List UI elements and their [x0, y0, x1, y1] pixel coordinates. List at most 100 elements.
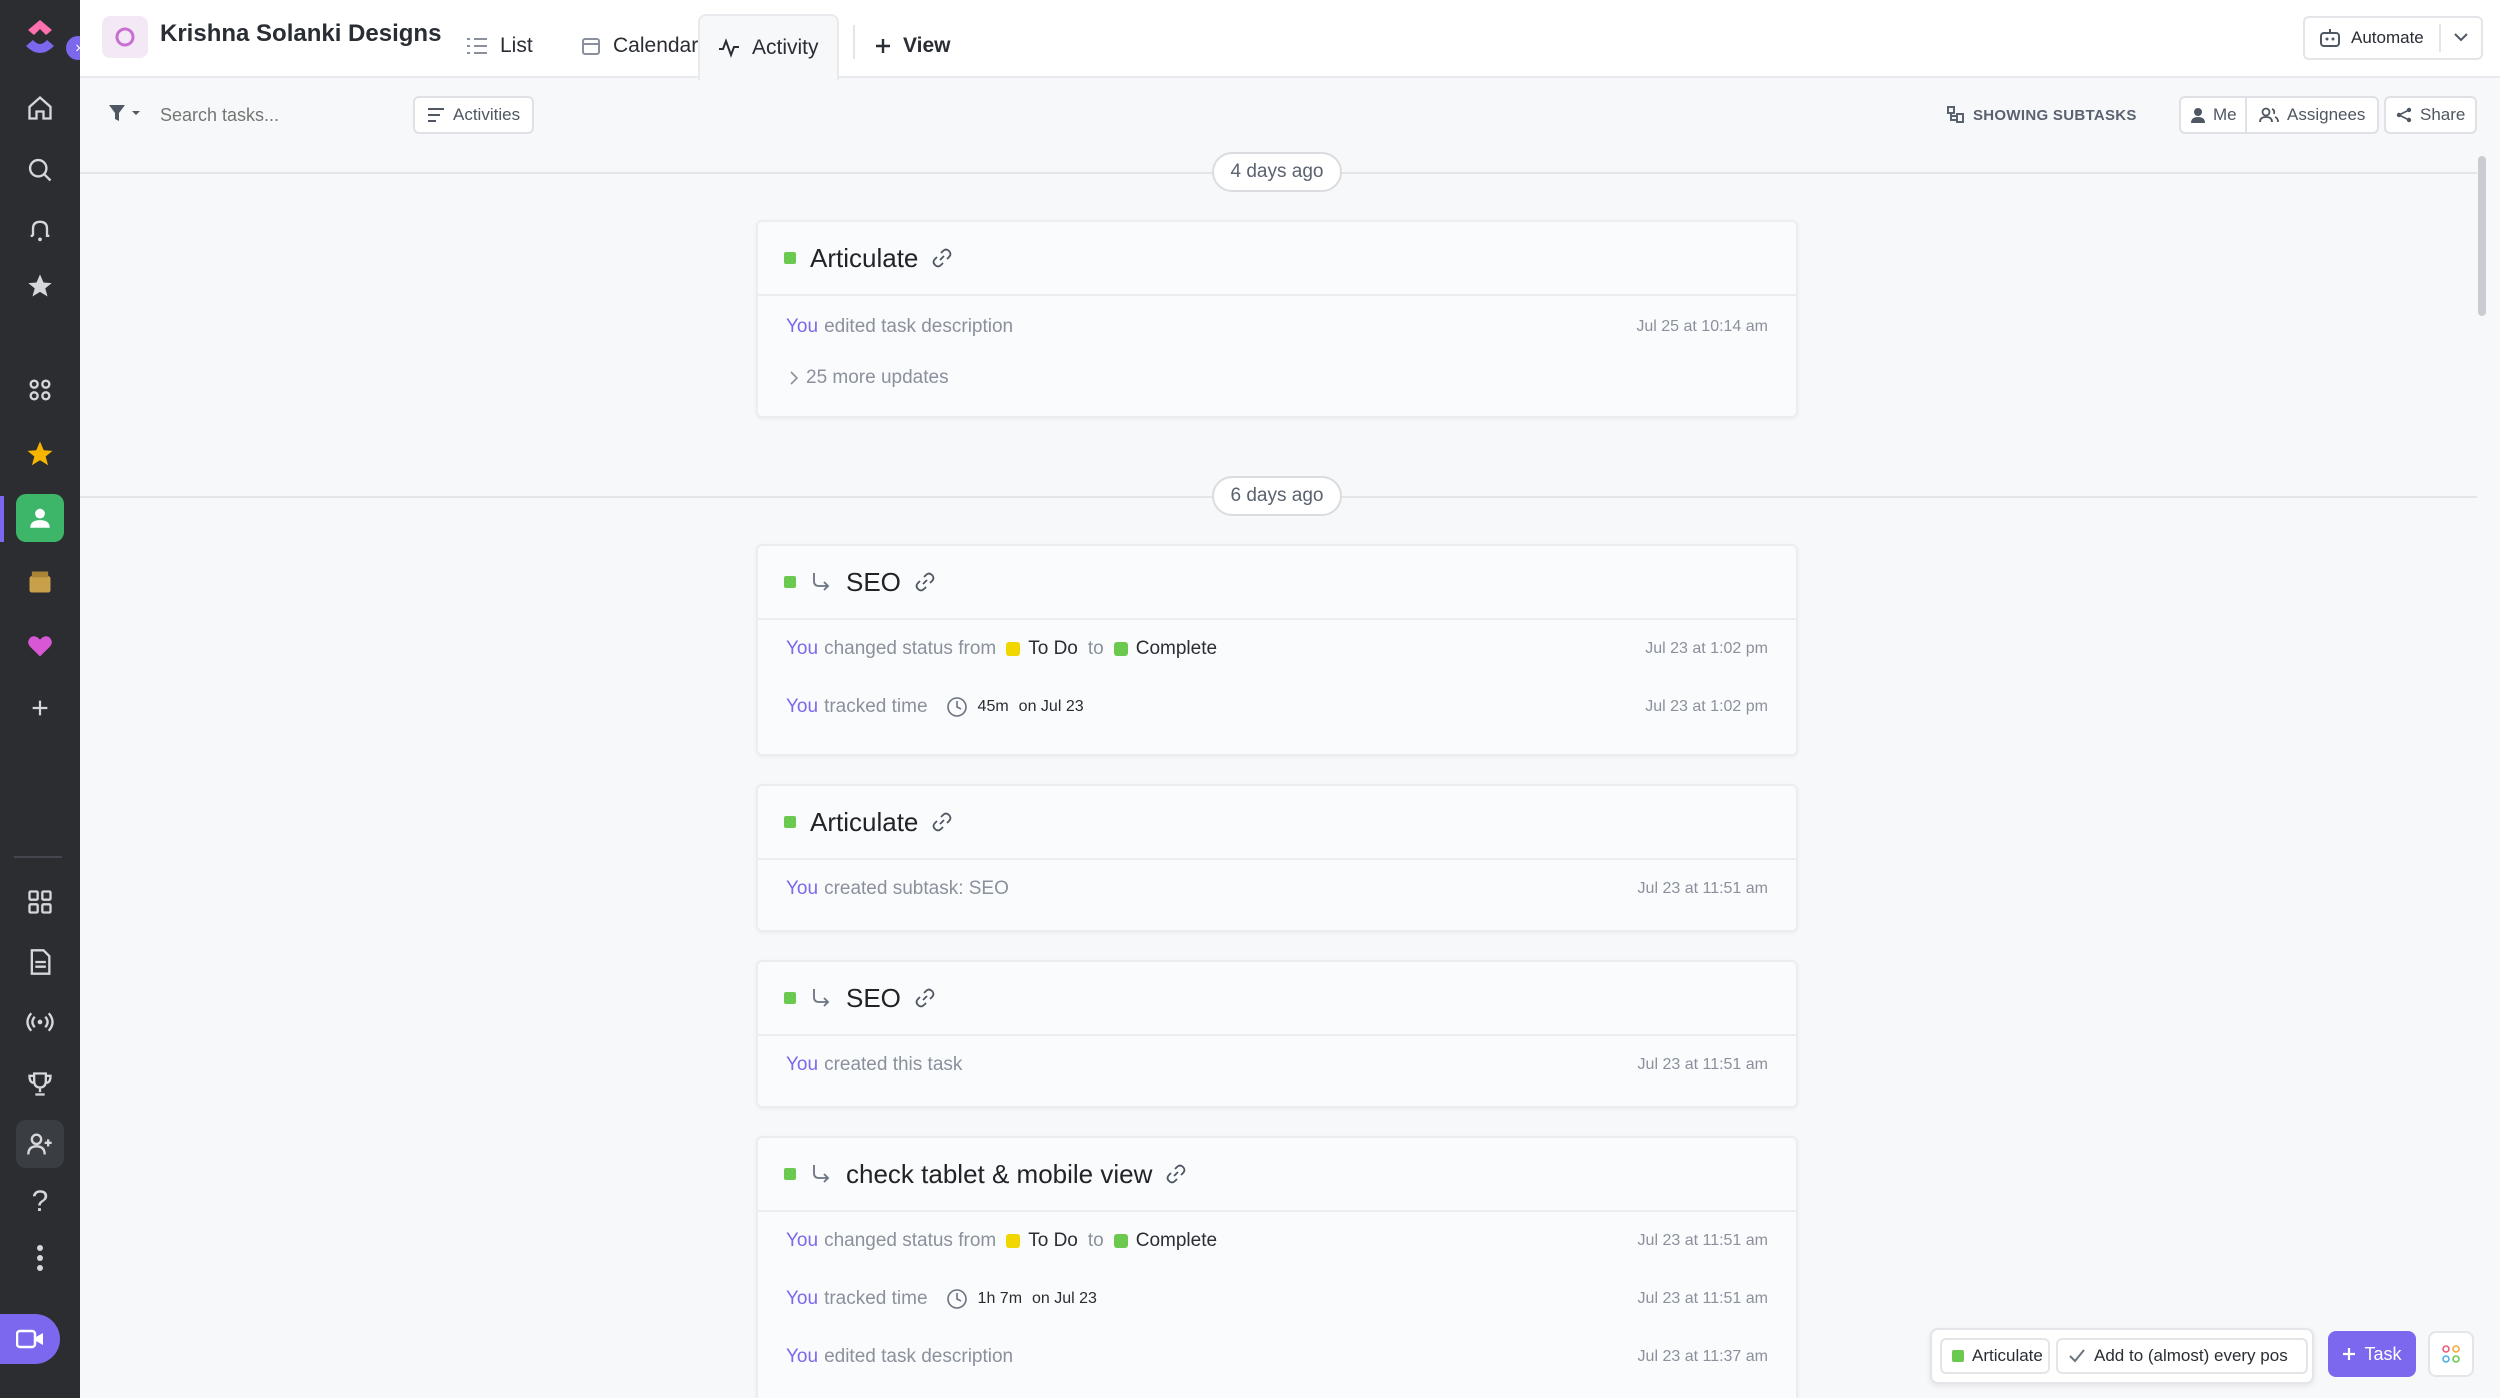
apps-grid-icon[interactable] — [2428, 1331, 2474, 1377]
tab-label: Activity — [752, 36, 819, 59]
link-icon[interactable] — [915, 988, 935, 1008]
actor[interactable]: You — [786, 1054, 818, 1076]
robot-icon — [2320, 29, 2340, 47]
pulse-icon[interactable] — [16, 998, 64, 1046]
clickup-logo[interactable] — [16, 14, 64, 62]
status-to: Complete — [1113, 638, 1218, 660]
search-input[interactable] — [160, 100, 390, 130]
dashboards-icon[interactable] — [16, 878, 64, 926]
card-header: SEO — [758, 962, 1796, 1036]
automate-button[interactable]: Automate — [2303, 16, 2483, 60]
timestamp: Jul 23 at 1:02 pm — [1645, 640, 1768, 657]
workspace-title[interactable]: Krishna Solanki Designs — [160, 20, 441, 48]
tracked-date: on Jul 23 — [1018, 698, 1084, 715]
share-button[interactable]: Share — [2384, 96, 2478, 134]
starred-space-icon[interactable] — [16, 430, 64, 478]
tray-item[interactable]: Add to (almost) every pos — [2056, 1338, 2308, 1374]
scrollbar[interactable] — [2478, 156, 2486, 316]
link-icon[interactable] — [932, 248, 952, 268]
plus-icon — [2343, 1348, 2356, 1360]
tracked-date: on Jul 23 — [1032, 1290, 1097, 1307]
goals-trophy-icon[interactable] — [16, 1060, 64, 1108]
bell-icon[interactable] — [16, 206, 64, 254]
tray-item[interactable]: Articulate — [1940, 1338, 2050, 1374]
timestamp: Jul 23 at 1:02 pm — [1645, 698, 1768, 715]
status-label: To Do — [1028, 638, 1078, 659]
home-icon[interactable] — [16, 84, 64, 132]
tab-label: List — [500, 34, 533, 57]
add-view-label: View — [903, 34, 951, 57]
search-icon[interactable] — [16, 146, 64, 194]
workspace-icon[interactable] — [102, 16, 148, 58]
record-video-icon[interactable] — [0, 1314, 60, 1364]
filter-toolbar: Activities SHOWING SUBTASKS Me Assignees… — [80, 78, 2500, 152]
actor[interactable]: You — [786, 638, 818, 660]
status-from: To Do — [1006, 638, 1078, 660]
actor[interactable]: You — [786, 1346, 818, 1368]
box-space-icon[interactable] — [16, 558, 64, 606]
subtask-icon — [813, 989, 830, 1007]
status-from: To Do — [1006, 1230, 1078, 1252]
heart-space-icon[interactable] — [16, 622, 64, 670]
task-title[interactable]: Articulate — [810, 807, 918, 838]
task-tray: Articulate Add to (almost) every pos — [1930, 1328, 2314, 1384]
clock-icon — [946, 1289, 967, 1309]
tab-calendar[interactable]: Calendar — [563, 14, 716, 78]
favorites-star-icon[interactable] — [16, 262, 64, 310]
actor[interactable]: You — [786, 696, 818, 718]
timestamp: Jul 23 at 11:51 am — [1637, 1232, 1768, 1249]
link-icon[interactable] — [932, 812, 952, 832]
assignees-button[interactable]: Assignees — [2245, 96, 2380, 134]
activity-row: You created subtask: SEO Jul 23 at 11:51… — [758, 860, 1796, 918]
status-label: Complete — [1135, 1230, 1218, 1251]
activities-filter-button[interactable]: Activities — [413, 96, 535, 134]
chevron-down-icon[interactable] — [2453, 32, 2469, 42]
me-filter-button[interactable]: Me — [2179, 96, 2249, 134]
task-button-label: Task — [2364, 1343, 2402, 1364]
add-view-button[interactable]: View — [857, 14, 968, 78]
status-dot — [784, 992, 796, 1004]
more-options-icon[interactable] — [16, 1234, 64, 1282]
activity-text: changed status from — [824, 1230, 997, 1251]
status-label: Complete — [1135, 638, 1218, 659]
docs-icon[interactable] — [16, 938, 64, 986]
actor[interactable]: You — [786, 878, 818, 900]
link-icon[interactable] — [915, 572, 935, 592]
status-swatch — [1006, 1234, 1021, 1248]
timestamp: Jul 23 at 11:51 am — [1637, 1056, 1768, 1073]
task-title[interactable]: SEO — [846, 567, 901, 598]
task-title[interactable]: Articulate — [810, 243, 918, 274]
task-title[interactable]: check tablet & mobile view — [846, 1159, 1152, 1190]
calendar-icon — [582, 38, 600, 55]
timestamp: Jul 23 at 11:51 am — [1637, 880, 1768, 897]
filter-icon[interactable] — [108, 104, 144, 124]
showing-subtasks-toggle[interactable]: SHOWING SUBTASKS — [1947, 106, 2137, 124]
tab-label: Calendar — [613, 34, 699, 57]
activity-card: Articulate You edited task description J… — [756, 220, 1798, 418]
to-word: to — [1087, 638, 1104, 659]
status-swatch — [1113, 642, 1128, 656]
help-icon[interactable]: ? — [16, 1178, 64, 1226]
add-space-icon[interactable] — [16, 684, 64, 732]
actor[interactable]: You — [786, 316, 818, 338]
activity-text: tracked time — [824, 1288, 928, 1309]
activity-row: You edited task description Jul 23 at 11… — [758, 1328, 1796, 1386]
timestamp: Jul 23 at 11:37 am — [1637, 1348, 1768, 1365]
workspace-avatar-icon[interactable] — [16, 494, 64, 542]
activity-text: created subtask: SEO — [824, 878, 1009, 899]
new-task-button[interactable]: Task — [2328, 1331, 2416, 1377]
task-title[interactable]: SEO — [846, 983, 901, 1014]
subtasks-icon — [1947, 106, 1964, 123]
automate-label: Automate — [2351, 28, 2424, 47]
more-updates-toggle[interactable]: 25 more updates — [758, 356, 1796, 400]
activity-row: You edited task description Jul 25 at 10… — [758, 298, 1796, 356]
activity-card: check tablet & mobile view You changed s… — [756, 1136, 1798, 1398]
actor[interactable]: You — [786, 1230, 818, 1252]
actor[interactable]: You — [786, 1288, 818, 1310]
invite-people-icon[interactable] — [16, 1120, 64, 1168]
spaces-icon[interactable] — [16, 366, 64, 414]
tab-list[interactable]: List — [448, 14, 551, 78]
link-icon[interactable] — [1166, 1164, 1186, 1184]
clock-icon — [946, 697, 967, 717]
tab-activity[interactable]: Activity — [698, 14, 839, 80]
